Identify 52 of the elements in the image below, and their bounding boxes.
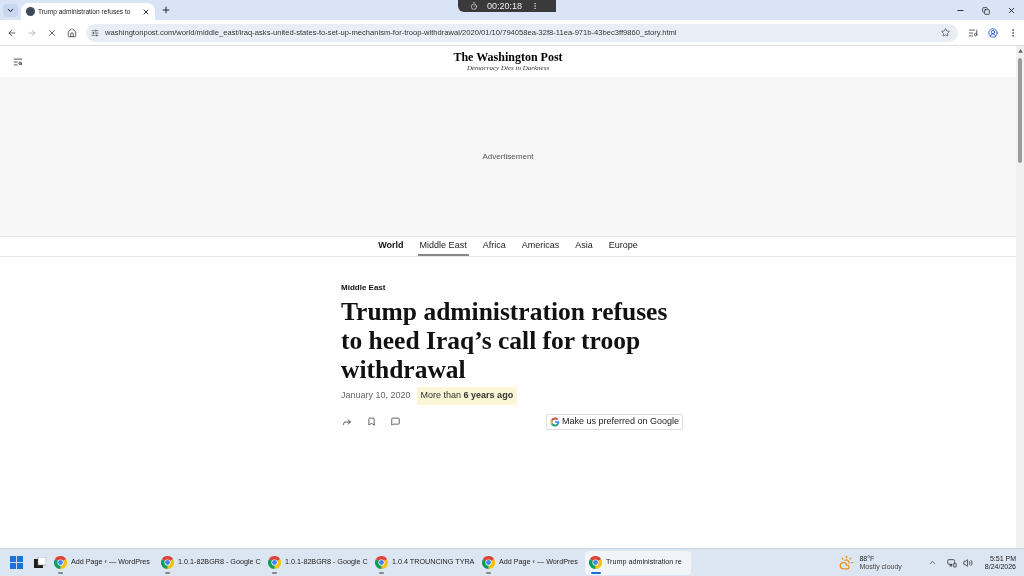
article-kicker[interactable]: Middle East (341, 282, 386, 294)
sliders-icon[interactable] (91, 28, 99, 37)
running-indicator-icon (58, 571, 63, 574)
recorder-time: 00:20:18 (487, 1, 523, 11)
chrome-icon (589, 556, 602, 569)
close-icon[interactable] (142, 7, 150, 16)
share-icon[interactable] (342, 416, 352, 427)
chrome-icon (54, 556, 67, 569)
windows-start-icon[interactable] (10, 556, 23, 569)
running-indicator-icon (272, 571, 277, 574)
chevron-down-icon (6, 6, 15, 15)
google-g-icon (549, 416, 560, 427)
age-badge: More than 6 years ago (416, 387, 518, 405)
scroll-up-icon[interactable] (1017, 49, 1023, 53)
section-link[interactable]: Europe (606, 237, 640, 256)
section-link[interactable]: Middle East (417, 237, 469, 256)
comment-icon[interactable] (391, 417, 400, 426)
chevron-up-icon[interactable] (927, 558, 937, 567)
bookmark-icon[interactable] (367, 417, 376, 426)
favicon-icon (26, 7, 35, 16)
close-icon[interactable] (1007, 6, 1016, 15)
monitor-icon[interactable] (946, 557, 957, 568)
section-link[interactable]: Americas (519, 237, 562, 256)
ad-label: Advertisement (482, 150, 534, 163)
back-icon[interactable] (7, 27, 17, 38)
star-icon[interactable] (941, 28, 950, 37)
section-link[interactable]: World (376, 237, 406, 256)
section-link[interactable]: Africa (480, 237, 508, 256)
restore-icon[interactable] (982, 6, 990, 15)
menu-search-icon[interactable] (13, 56, 23, 67)
task-view-icon[interactable] (34, 557, 46, 568)
music-list-icon[interactable] (968, 27, 978, 38)
chrome-icon (161, 556, 174, 569)
chrome-icon (375, 556, 388, 569)
article-headline: Trump administration refuses to heed Iraq’s call for troop withdrawal (341, 297, 669, 384)
scrollbar-thumb[interactable] (1018, 58, 1022, 163)
home-icon[interactable] (67, 27, 77, 38)
speaker-icon[interactable] (962, 557, 973, 568)
user-circle-icon[interactable] (988, 27, 998, 38)
publish-date: January 10, 2020 (341, 389, 411, 402)
running-indicator-icon (486, 571, 491, 574)
running-indicator-icon (379, 571, 384, 574)
chrome-icon (482, 556, 495, 569)
section-link[interactable]: Asia (573, 237, 595, 256)
site-logo[interactable]: The Washington Post (453, 51, 563, 64)
running-indicator-icon (165, 571, 170, 574)
chrome-icon (268, 556, 281, 569)
running-indicator-icon (591, 571, 601, 574)
new-tab-icon[interactable] (161, 5, 171, 15)
tab-menu-button[interactable] (3, 4, 18, 17)
google-preferred-button[interactable]: Make us preferred on Google (545, 413, 683, 430)
stopwatch-icon (470, 2, 478, 10)
